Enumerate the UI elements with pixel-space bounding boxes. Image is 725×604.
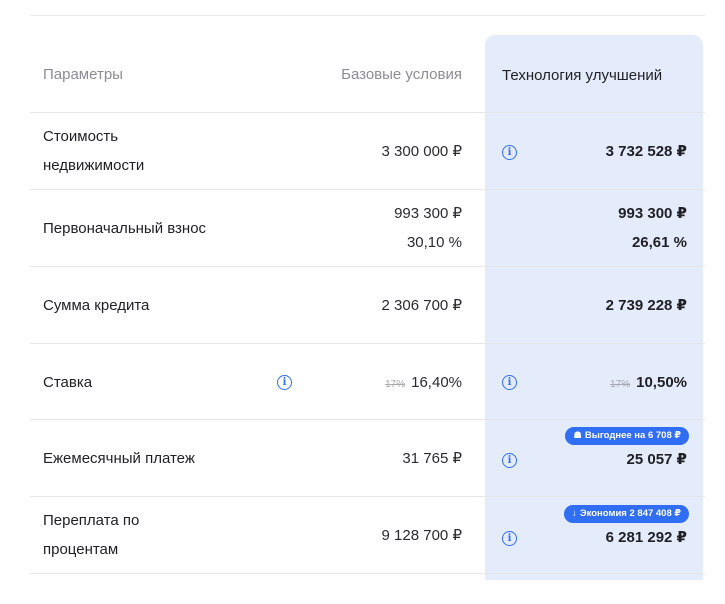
row-label: Сумма кредита [43, 297, 150, 314]
base-value: 2 306 700 ₽ [381, 297, 462, 314]
base-value: 17% 16,40% [385, 368, 462, 399]
row-down-payment: Первоначальный взнос 993 300 ₽ 30,10 % 9… [30, 190, 705, 267]
row-label: Первоначальный взнос [43, 220, 207, 237]
top-divider [30, 15, 705, 16]
info-icon[interactable]: i [502, 375, 517, 390]
base-value: 31 765 ₽ [402, 450, 462, 467]
base-value: 3 300 000 ₽ [381, 143, 462, 160]
header-params: Параметры [43, 66, 123, 83]
row-label-line2: процентам [43, 541, 119, 558]
savings-badge: ↓ Экономия 2 847 408 ₽ [564, 505, 689, 523]
tech-value: 25 057 ₽ [626, 451, 687, 468]
tech-value-amount: 993 300 ₽ [618, 205, 687, 222]
tech-value: 6 281 292 ₽ [605, 529, 687, 546]
tech-value: 993 300 ₽ 26,61 % [618, 199, 687, 257]
row-loan-amount: Сумма кредита 2 306 700 ₽ 2 739 228 ₽ [30, 267, 705, 344]
tech-value: 3 732 528 ₽ [605, 143, 687, 160]
benefit-badge-text: Выгоднее на 6 708 ₽ [584, 430, 681, 441]
tech-old-rate: 17% [610, 379, 631, 390]
base-old-rate: 17% [385, 379, 406, 390]
info-icon[interactable]: i [502, 145, 517, 160]
base-value: 9 128 700 ₽ [381, 527, 462, 544]
info-icon[interactable]: i [502, 453, 517, 468]
tech-value: 17% 10,50% [610, 368, 687, 399]
row-label-line1: Стоимость [43, 128, 119, 145]
row-label-line1: Переплата по [43, 512, 140, 529]
header-base-conditions: Базовые условия [341, 66, 462, 83]
comparison-table: Параметры Базовые условия Технология улу… [30, 38, 705, 574]
row-interest-overpayment: Переплата по процентам 9 128 700 ₽ ↓ Экон… [30, 497, 705, 574]
table-header: Параметры Базовые условия Технология улу… [30, 38, 705, 113]
row-property-cost: Стоимость недвижимости 3 300 000 ₽ i 3 7… [30, 113, 705, 190]
row-label: Переплата по процентам [43, 506, 139, 564]
tech-value-percent: 26,61 % [631, 234, 687, 251]
base-rate: 16,40% [411, 374, 462, 391]
tech-value: 2 739 228 ₽ [605, 297, 687, 314]
row-label-line2: недвижимости [43, 157, 145, 174]
row-monthly-payment: Ежемесячный платеж 31 765 ₽ ☗ Выгоднее на… [30, 420, 705, 497]
info-icon[interactable]: i [502, 531, 517, 546]
thumbs-up-icon: ☗ [573, 430, 582, 441]
base-value: 993 300 ₽ 30,10 % [394, 199, 462, 257]
arrow-down-icon: ↓ [572, 508, 577, 519]
tech-rate: 10,50% [636, 374, 687, 391]
base-value-percent: 30,10 % [406, 234, 462, 251]
savings-badge-text: Экономия 2 847 408 ₽ [579, 508, 681, 519]
row-label: Ежемесячный платеж [43, 450, 195, 467]
row-rate: Ставка i 17% 16,40% i 17% 10,50% [30, 344, 705, 420]
header-technology: Технология улучшений [502, 67, 663, 84]
base-value-amount: 993 300 ₽ [394, 205, 462, 222]
benefit-badge: ☗ Выгоднее на 6 708 ₽ [565, 427, 689, 445]
row-label: Стоимость недвижимости [43, 122, 144, 180]
info-icon[interactable]: i [277, 375, 292, 390]
row-label: Ставка [43, 374, 93, 391]
